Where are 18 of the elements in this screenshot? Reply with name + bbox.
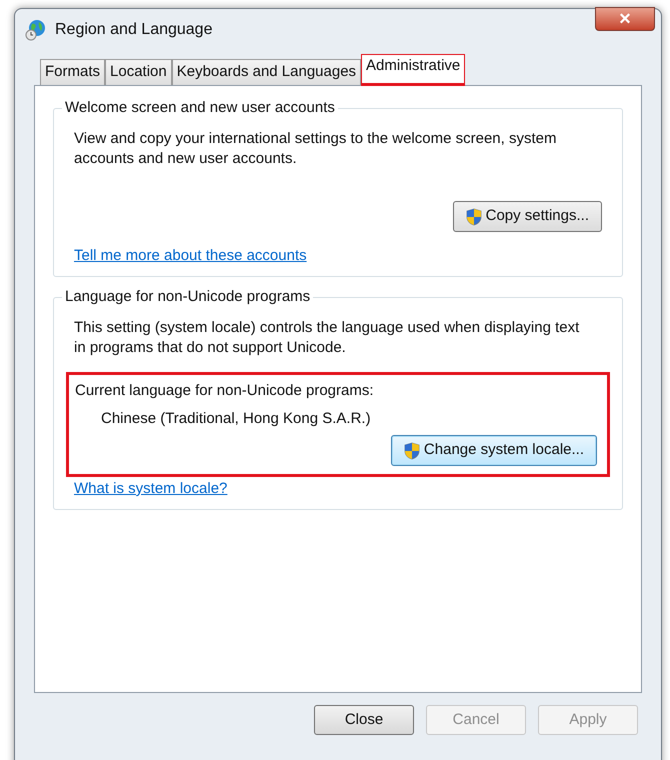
window-title: Region and Language [55, 20, 212, 40]
globe-icon [25, 19, 47, 41]
help-link[interactable]: Tell me more about these accounts [74, 246, 307, 266]
group-title: Language for non-Unicode programs [62, 287, 314, 307]
current-language-value: Chinese (Traditional, Hong Kong S.A.R.) [101, 409, 372, 429]
shield-button[interactable]: Copy settings... [452, 201, 602, 232]
help-link[interactable]: What is system locale? [74, 479, 228, 499]
current-language-label: Current language for non-Unicode programs: [75, 381, 374, 401]
shield-icon [404, 442, 420, 460]
dialog-button[interactable]: Close [314, 705, 414, 735]
group-description: View and copy your international settings to the welcome screen, system accounts and new user accounts. [74, 129, 558, 169]
tab[interactable]: Formats [40, 59, 106, 85]
shield-icon [466, 208, 482, 226]
tab[interactable]: Administrative [361, 54, 466, 86]
tab[interactable]: Location [105, 59, 172, 85]
shield-button[interactable]: Change system locale... [390, 435, 597, 466]
group-description: This setting (system locale) controls the language used when displaying text in programs that do not support Unicode. [74, 318, 580, 358]
tab[interactable]: Keyboards and Languages [172, 59, 362, 85]
